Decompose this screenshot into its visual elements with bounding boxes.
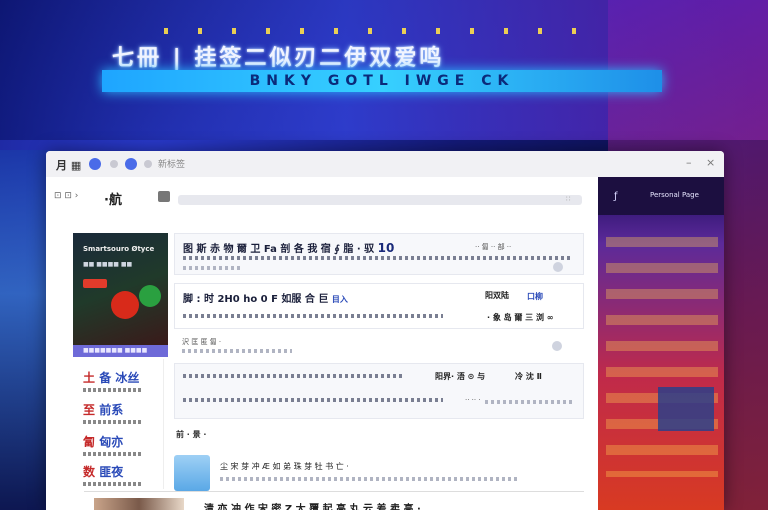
news-panel[interactable]: 图 斯 赤 物 爾 卫 Fa 剖 各 我 宿 ∮ 脂 · 驭 10 ·· 匐 ·…: [174, 233, 584, 275]
banner-subtitle: BNKY GOTL IWGE CK: [102, 70, 662, 92]
left-list: 土 备 冰丝 至 前系 匐 匈亦 数 匪夜: [73, 359, 164, 489]
list-item-mark: 至: [83, 403, 96, 417]
bottom-article-image: [94, 498, 184, 510]
side-panel-image: [606, 237, 718, 477]
address-bar[interactable]: [178, 195, 582, 205]
headline-primary[interactable]: 图 斯 赤 物 爾 卫 Fa 剖 各 我 宿 ∮ 脂 · 驭 10: [183, 240, 394, 255]
minimize-button[interactable]: –: [686, 156, 692, 169]
feature-summary: [183, 314, 443, 318]
side-panel: ƒ Personal Page: [598, 177, 724, 510]
camera-icon[interactable]: [158, 191, 170, 202]
article-summary: [220, 477, 520, 481]
sub-row-text: 沢 匡 匿 匐 ·: [182, 338, 222, 346]
article-title[interactable]: 尘 宋 芽 冲 Æ 如 弟 珠 芽 牡 书 亡 ·: [220, 461, 349, 472]
promo-bar[interactable]: ■■■■■■■ ■■■■: [73, 345, 168, 357]
list-item-text: [83, 388, 141, 392]
headline-primary-text: 图 斯 赤 物 爾 卫 Fa 剖 各 我 宿 ∮ 脂 · 驭: [183, 244, 375, 255]
list-panel-link[interactable]: 阳界· 浯 ⊙ 与: [435, 371, 485, 382]
list-item[interactable]: 数 匪夜: [83, 463, 163, 486]
list-item-mark: 数: [83, 465, 96, 479]
profile-dot-icon[interactable]: [89, 158, 101, 170]
app-logo-icon: 月 ▦: [56, 159, 82, 172]
list-item-text: [83, 420, 141, 424]
headline-secondary[interactable]: 脚 : 时 2H0 ho 0 F 如服 合 巨 目入: [183, 290, 348, 305]
side-panel-card[interactable]: [658, 387, 714, 431]
headline-secondary-text: 脚 : 时 2H0 ho 0 F 如服 合 巨: [183, 294, 329, 305]
headline-summary: [183, 256, 573, 260]
section-label: 前 · 景 ·: [176, 429, 206, 440]
list-item[interactable]: 匐 匈亦: [83, 433, 163, 456]
promo-card[interactable]: Smartsouro Øtyce ■■ ■■■■ ■■: [73, 233, 168, 345]
menu-dot-icon[interactable]: [144, 160, 152, 168]
list-item-mark: 土: [83, 371, 96, 385]
list-item-text: [83, 482, 141, 486]
list-item[interactable]: 土 备 冰丝: [83, 369, 163, 392]
feature-panel[interactable]: 脚 : 时 2H0 ho 0 F 如服 合 巨 目入 阳双陆 口柳 · 象 岛 …: [174, 283, 584, 329]
more-icon[interactable]: [553, 262, 563, 272]
list-item-title: 备 冰丝: [99, 371, 140, 385]
list-item-title: 匈亦: [99, 435, 124, 449]
list-panel-link-2[interactable]: 冷 沈 Ⅱ: [515, 371, 542, 382]
list-item-title: 匪夜: [99, 465, 124, 479]
headline-meta: ·· 匐 ·· 部 ··: [475, 243, 512, 251]
site-name[interactable]: ·航: [104, 189, 122, 208]
headline-source: [183, 266, 243, 270]
list-panel-tags: [485, 400, 575, 404]
feature-link[interactable]: 阳双陆: [485, 290, 509, 301]
section-label-title: · 景 ·: [186, 430, 207, 439]
feature-link-blue[interactable]: 口柳: [527, 291, 543, 302]
bottom-article[interactable]: 清 亦 冲 作 宋 密 Z 大 覆 起 高 丸 云 差 卖 高 ·: [84, 491, 584, 510]
banner-title: 七冊 | 挂签二似刃二伊双爱鸣: [112, 46, 445, 71]
list-panel-line-2: [183, 398, 443, 402]
promo-subtitle: ■■ ■■■■ ■■: [83, 261, 133, 268]
grid-icon[interactable]: ∷: [566, 195, 570, 203]
banner-sparkles: [150, 28, 600, 34]
green-ball-image: [139, 285, 161, 307]
close-button[interactable]: ×: [706, 156, 715, 169]
section-label-mark: 前: [176, 430, 184, 439]
sub-row: 沢 匡 匿 匐 ·: [174, 333, 584, 357]
list-item-mark: 匐: [83, 435, 96, 449]
address-row: ⊡ ⊡ › ·航 ∷: [46, 177, 598, 215]
nav-dot-icon[interactable]: [110, 160, 118, 168]
article-thumbnail[interactable]: [174, 455, 210, 491]
expand-icon[interactable]: [552, 341, 562, 351]
tab-current[interactable]: 新标签: [158, 157, 185, 170]
promo-title: Smartsouro Øtyce: [83, 245, 155, 253]
headline-number: 10: [377, 241, 395, 255]
list-panel-line: [183, 374, 403, 378]
nav-buttons[interactable]: ⊡ ⊡ ›: [54, 191, 78, 201]
feature-meta[interactable]: · 象 岛 爾 三 浏 ∞: [487, 312, 553, 323]
list-panel[interactable]: 阳界· 浯 ⊙ 与 冷 沈 Ⅱ ·· ·· ·: [174, 363, 584, 419]
function-icon[interactable]: ƒ: [614, 191, 618, 202]
titlebar: 月 ▦ 新标签 – ×: [46, 151, 724, 178]
content-area: 图 斯 赤 物 爾 卫 Fa 剖 各 我 宿 ∮ 脂 · 驭 10 ·· 匐 ·…: [84, 233, 584, 510]
list-item-text: [83, 452, 141, 456]
headline-tag: 目入: [331, 295, 348, 304]
account-dot-icon[interactable]: [125, 158, 137, 170]
sub-row-line: [182, 349, 292, 353]
red-ball-image: [111, 291, 139, 319]
bottom-article-title[interactable]: 清 亦 冲 作 宋 密 Z 大 覆 起 高 丸 云 差 卖 高 ·: [204, 500, 421, 510]
side-panel-header: ƒ Personal Page: [598, 177, 724, 215]
list-item-title: 前系: [99, 403, 124, 417]
list-panel-meta: ·· ·· ·: [465, 396, 481, 404]
list-item[interactable]: 至 前系: [83, 401, 163, 424]
promo-badge: [83, 279, 107, 288]
side-panel-title[interactable]: Personal Page: [650, 191, 699, 199]
browser-window: 月 ▦ 新标签 – × ⊡ ⊡ › ·航 ∷ ƒ Personal Page S…: [46, 151, 724, 510]
